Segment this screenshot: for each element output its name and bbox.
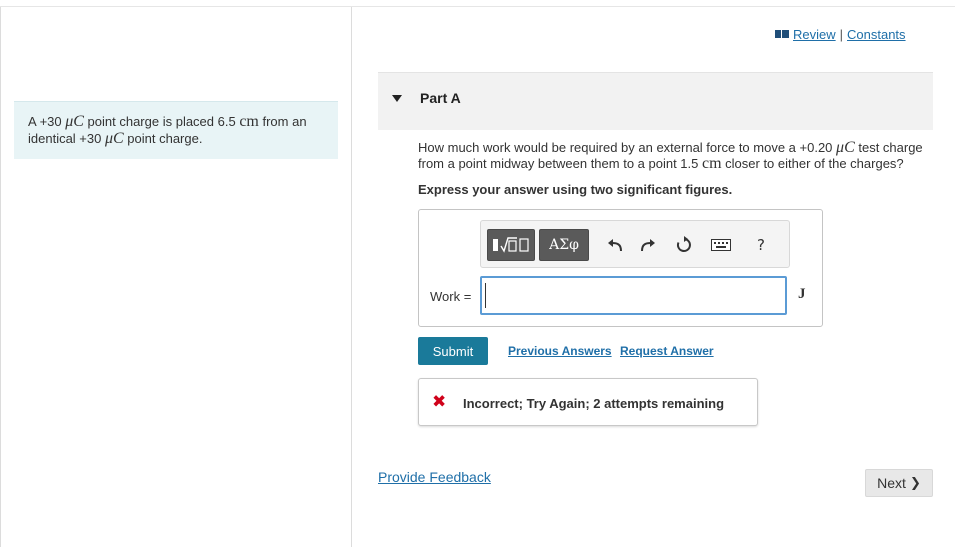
keyboard-icon[interactable]: [711, 235, 731, 255]
math-unit: cm: [702, 155, 722, 172]
left-pane: [0, 7, 352, 547]
work-label: Work =: [430, 289, 472, 304]
part-a-header[interactable]: Part A: [378, 72, 933, 130]
chevron-right-icon: ❯: [909, 475, 921, 491]
submit-button[interactable]: Submit: [418, 337, 488, 365]
feedback-text: Incorrect; Try Again; 2 attempts remaini…: [463, 396, 725, 411]
text-segment: point charge.: [123, 131, 203, 146]
book-icon: [775, 30, 789, 38]
previous-answers-link[interactable]: Previous Answers: [508, 344, 612, 358]
math-toolbar: ΑΣφ ?: [480, 220, 790, 268]
collapse-caret-icon[interactable]: [392, 95, 402, 102]
text-segment: closer to either of the charges?: [721, 156, 904, 171]
link-separator: |: [839, 27, 844, 42]
answer-box: ΑΣφ ? Work = J: [418, 209, 823, 327]
provide-feedback-link[interactable]: Provide Feedback: [378, 469, 491, 485]
unit-label: J: [798, 286, 806, 302]
work-answer-input[interactable]: [480, 276, 787, 315]
math-unit: cm: [239, 113, 259, 130]
part-title: Part A: [420, 90, 461, 106]
review-links: Review | Constants: [775, 27, 906, 42]
constants-link[interactable]: Constants: [847, 27, 906, 42]
math-unit: μC: [836, 139, 855, 156]
text-segment: point charge is placed 6.5: [83, 114, 240, 129]
templates-button[interactable]: [487, 229, 535, 261]
math-unit: μC: [104, 130, 124, 147]
templates-icon: [493, 237, 529, 253]
next-button[interactable]: Next ❯: [865, 469, 933, 497]
reset-icon[interactable]: [674, 235, 694, 255]
help-button[interactable]: ?: [751, 235, 771, 255]
text-segment: How much work would be required by an ex…: [418, 140, 837, 155]
request-answer-link[interactable]: Request Answer: [620, 344, 714, 358]
problem-statement: A +30 μC point charge is placed 6.5 cm f…: [14, 101, 338, 159]
instruction-text: Express your answer using two significan…: [418, 182, 733, 197]
next-label: Next: [877, 475, 906, 491]
question-text: How much work would be required by an ex…: [418, 140, 933, 172]
text-segment: A +30: [28, 114, 66, 129]
review-link[interactable]: Review: [793, 27, 836, 42]
incorrect-x-icon: ✖: [432, 392, 447, 412]
redo-icon[interactable]: [638, 235, 658, 255]
greek-symbols-button[interactable]: ΑΣφ: [539, 229, 589, 261]
math-unit: μC: [65, 113, 84, 130]
undo-icon[interactable]: [605, 235, 625, 255]
text-cursor: [485, 283, 486, 308]
feedback-message: ✖ Incorrect; Try Again; 2 attempts remai…: [418, 378, 758, 426]
